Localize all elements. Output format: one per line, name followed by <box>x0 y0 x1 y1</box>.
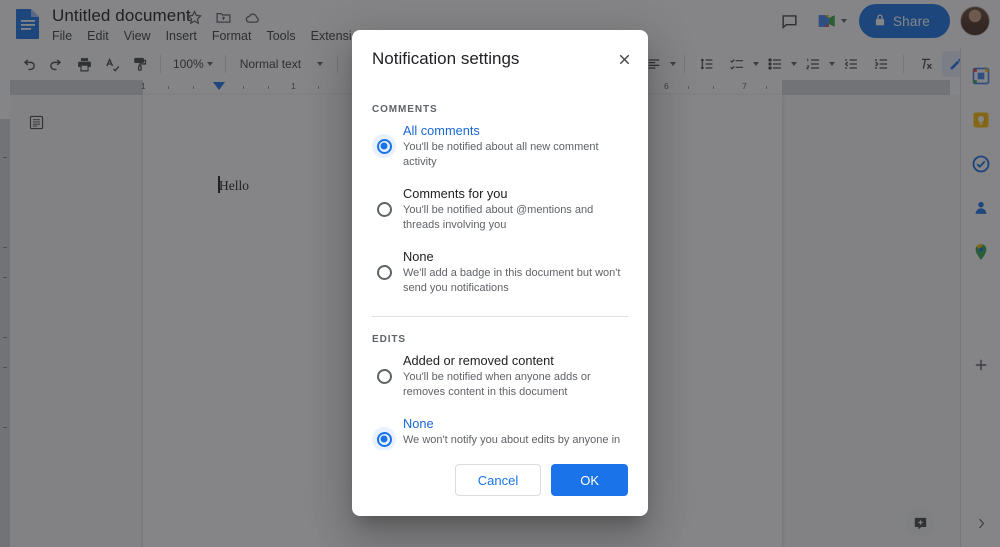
section-label-edits: EDITS <box>372 334 406 345</box>
radio-text: All comments You'll be notified about al… <box>403 122 628 170</box>
radio-option-added-removed-content[interactable]: Added or removed content You'll be notif… <box>372 352 628 400</box>
dialog-body: COMMENTS All comments You'll be notified… <box>352 88 648 450</box>
radio-option-title: All comments <box>403 123 480 138</box>
radio-option-comments-for-you[interactable]: Comments for you You'll be notified abou… <box>372 185 628 233</box>
radio-button[interactable] <box>372 260 396 284</box>
close-icon[interactable] <box>612 47 636 71</box>
radio-option-description: You'll be notified about all new comment… <box>403 141 599 168</box>
dialog-title: Notification settings <box>372 49 520 68</box>
radio-text: None We'll add a badge in this document … <box>403 248 628 296</box>
ok-button[interactable]: OK <box>551 464 628 496</box>
radio-option-description: We won't notify you about edits by anyon… <box>403 434 621 450</box>
radio-option-title: Comments for you <box>403 186 508 201</box>
radio-option-title: Added or removed content <box>403 353 554 368</box>
radio-button[interactable] <box>372 197 396 221</box>
radio-button[interactable] <box>372 134 396 158</box>
cancel-button[interactable]: Cancel <box>454 464 542 496</box>
radio-text: Comments for you You'll be notified abou… <box>403 185 628 233</box>
radio-option-description: We'll add a badge in this document but w… <box>403 267 621 294</box>
radio-option-comments-none[interactable]: None We'll add a badge in this document … <box>372 248 628 296</box>
radio-option-description: You'll be notified about @mentions and t… <box>403 204 594 231</box>
radio-button[interactable] <box>372 364 396 388</box>
dialog-header: Notification settings <box>352 30 648 88</box>
section-label-comments: COMMENTS <box>372 104 438 115</box>
radio-button[interactable] <box>372 427 396 450</box>
radio-option-title: None <box>403 249 434 264</box>
notification-settings-dialog: Notification settings COMMENTS All comme… <box>352 30 648 516</box>
radio-option-edits-none[interactable]: None We won't notify you about edits by … <box>372 415 628 450</box>
screenshot-root: Untitled document <box>0 0 1000 547</box>
radio-option-description: You'll be notified when anyone adds or r… <box>403 371 591 398</box>
radio-text: Added or removed content You'll be notif… <box>403 352 628 400</box>
dialog-footer: Cancel OK <box>352 450 648 516</box>
radio-option-title: None <box>403 416 434 431</box>
radio-text: None We won't notify you about edits by … <box>403 415 628 450</box>
radio-option-all-comments[interactable]: All comments You'll be notified about al… <box>372 122 628 170</box>
